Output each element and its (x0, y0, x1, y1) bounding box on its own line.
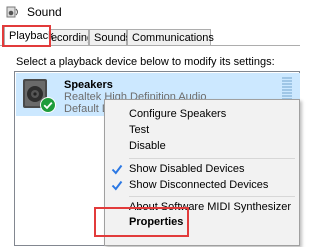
title-bar: Sound (0, 0, 300, 24)
tab-recording-label: Recording (50, 32, 88, 44)
checkmark-icon (111, 164, 123, 175)
sound-app-icon (6, 6, 18, 18)
menu-item-configure-speakers[interactable]: Configure Speakers (105, 106, 299, 123)
checkmark-icon (111, 180, 123, 191)
properties-highlight (94, 207, 189, 237)
menu-item-label: Show Disabled Devices (129, 163, 245, 175)
default-check-icon (40, 97, 56, 113)
playback-tab-highlight (2, 25, 51, 47)
window-title: Sound (27, 5, 62, 19)
menu-item-show-disabled-devices[interactable]: Show Disabled Devices (105, 161, 299, 178)
menu-item-show-disconnected-devices[interactable]: Show Disconnected Devices (105, 177, 299, 194)
tab-communications[interactable]: Communications (127, 29, 214, 45)
menu-item-test[interactable]: Test (105, 122, 299, 139)
menu-separator (129, 196, 295, 197)
tab-recording[interactable]: Recording (49, 29, 89, 45)
menu-item-disable[interactable]: Disable (105, 138, 299, 155)
instruction-text: Select a playback device below to modify… (16, 56, 275, 68)
device-name: Speakers (64, 79, 113, 91)
tab-sounds[interactable]: Sounds (89, 29, 131, 45)
menu-separator (129, 158, 295, 159)
menu-item-label: Show Disconnected Devices (129, 179, 269, 191)
